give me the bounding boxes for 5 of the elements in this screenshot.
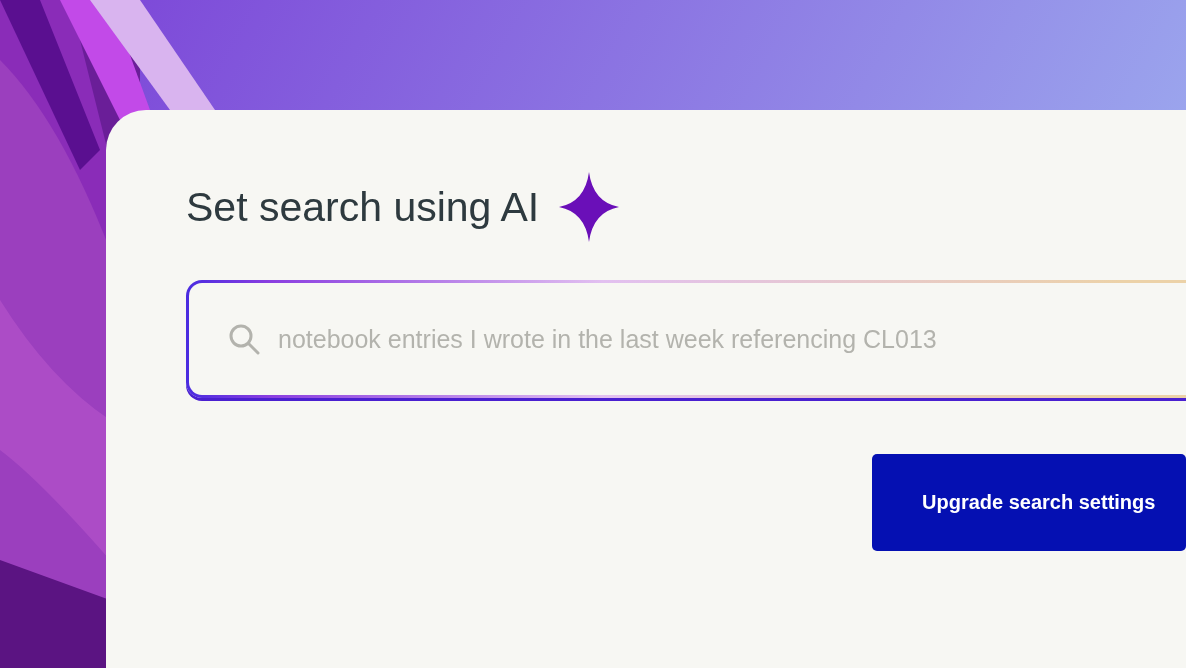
upgrade-button[interactable]: Upgrade search settings: [872, 454, 1186, 551]
search-field[interactable]: notebook entries I wrote in the last week referencing CL013: [186, 280, 1186, 398]
card-title: Set search using AI: [186, 183, 540, 231]
sparkle-icon: [559, 172, 620, 242]
search-icon: [228, 323, 260, 355]
